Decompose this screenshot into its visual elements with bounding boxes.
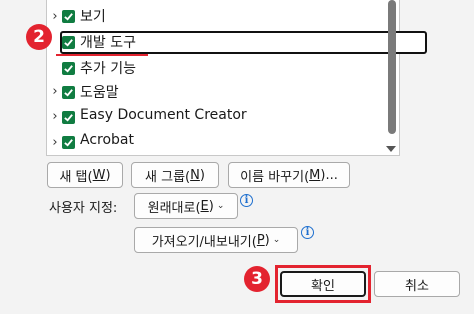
rename-button[interactable]: 이름 바꾸기(M)... [228, 162, 350, 188]
access-key: E [200, 198, 209, 214]
access-key: N [190, 167, 200, 183]
check-icon[interactable] [62, 111, 75, 124]
button-label-end: ) [264, 232, 270, 248]
tree-item-label: 개발 도구 [80, 35, 136, 51]
button-label: 이름 바꾸기( [240, 169, 310, 185]
ok-button[interactable]: 확인 [280, 271, 366, 297]
button-label: 확인 [311, 278, 335, 294]
customize-label: 사용자 지정: [49, 201, 118, 216]
import-export-dropdown[interactable]: 가져오기/내보내기(P) ⌄ [134, 227, 298, 253]
scroll-down-arrow-icon[interactable] [385, 144, 397, 154]
step-badge-2: 2 [26, 24, 52, 50]
chevron-down-icon: ⌄ [216, 201, 225, 211]
button-label: 원래대로( [147, 200, 201, 216]
tree-item-label: Easy Document Creator [80, 107, 247, 123]
access-key: M [309, 167, 321, 183]
check-icon[interactable] [62, 36, 75, 49]
check-icon[interactable] [62, 10, 75, 23]
button-label-end: ) [208, 198, 214, 214]
check-icon[interactable] [62, 62, 75, 75]
access-key: W [92, 167, 106, 183]
button-label: 취소 [405, 278, 429, 294]
access-key: P [256, 232, 265, 248]
button-label-end: )... [320, 167, 338, 183]
cancel-button[interactable]: 취소 [374, 271, 460, 297]
info-icon[interactable]: i [301, 226, 314, 239]
check-icon[interactable] [62, 86, 75, 99]
chevron-right-icon[interactable]: › [50, 79, 60, 103]
scrollbar-thumb[interactable] [388, 0, 396, 134]
step-badge-3: 3 [244, 266, 270, 292]
button-label: 새 탭( [59, 169, 93, 185]
chevron-down-icon: ⌄ [272, 235, 281, 245]
tree-item-label: 도움말 [80, 85, 119, 101]
button-label-end: ) [199, 167, 205, 183]
info-icon[interactable]: i [240, 194, 253, 207]
tree-item-label: Acrobat [80, 132, 134, 148]
new-tab-button[interactable]: 새 탭(W) [47, 162, 123, 188]
reset-dropdown[interactable]: 원래대로(E) ⌄ [134, 193, 238, 219]
chevron-right-icon[interactable]: › [50, 4, 60, 28]
chevron-right-icon[interactable]: › [50, 130, 60, 154]
button-label: 가져오기/내보내기( [151, 234, 257, 250]
button-label-end: ) [105, 167, 111, 183]
chevron-right-icon[interactable]: › [50, 104, 60, 128]
check-icon[interactable] [62, 136, 75, 149]
new-group-button[interactable]: 새 그룹(N) [131, 162, 219, 188]
highlight-underline [56, 54, 148, 56]
button-label: 새 그룹( [145, 169, 191, 185]
tree-item-label: 추가 기능 [80, 61, 136, 77]
tree-item-label: 보기 [80, 9, 106, 25]
